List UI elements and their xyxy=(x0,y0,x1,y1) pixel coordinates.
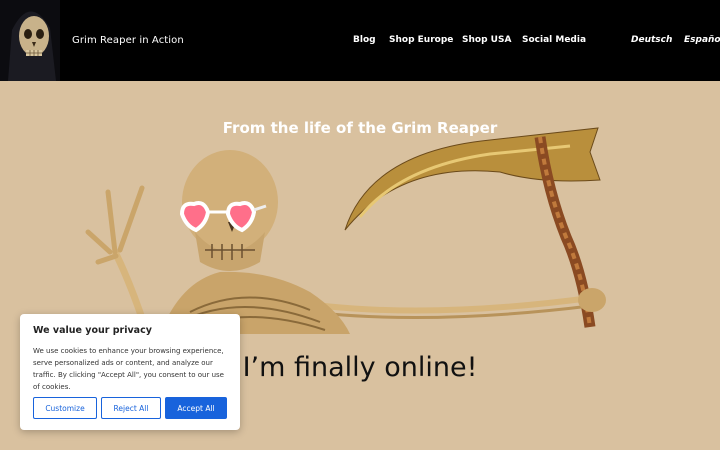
nav-shop-usa[interactable]: Shop USA xyxy=(462,35,511,45)
customize-button[interactable]: Customize xyxy=(33,397,97,419)
nav-shop-europe[interactable]: Shop Europe xyxy=(389,35,453,45)
nav-social-media[interactable]: Social Media xyxy=(522,35,586,45)
accept-all-button[interactable]: Accept All xyxy=(165,397,227,419)
cookie-description: We use cookies to enhance your browsing … xyxy=(33,347,224,391)
nav-blog[interactable]: Blog xyxy=(353,35,376,45)
lang-espanol[interactable]: Español xyxy=(684,35,720,45)
site-header: Grim Reaper in Action Blog Shop Europe S… xyxy=(0,0,720,81)
cookie-title: We value your privacy xyxy=(33,325,152,336)
skeleton-with-scythe-illustration xyxy=(85,127,606,334)
main-navigation: Blog Shop Europe Shop USA Social Media D… xyxy=(0,35,720,49)
cookie-consent-banner: We value your privacy We use cookies to … xyxy=(20,314,240,430)
lang-deutsch[interactable]: Deutsch xyxy=(631,35,672,45)
cookie-button-group: Customize Reject All Accept All xyxy=(33,397,227,420)
reject-all-button[interactable]: Reject All xyxy=(101,397,161,419)
